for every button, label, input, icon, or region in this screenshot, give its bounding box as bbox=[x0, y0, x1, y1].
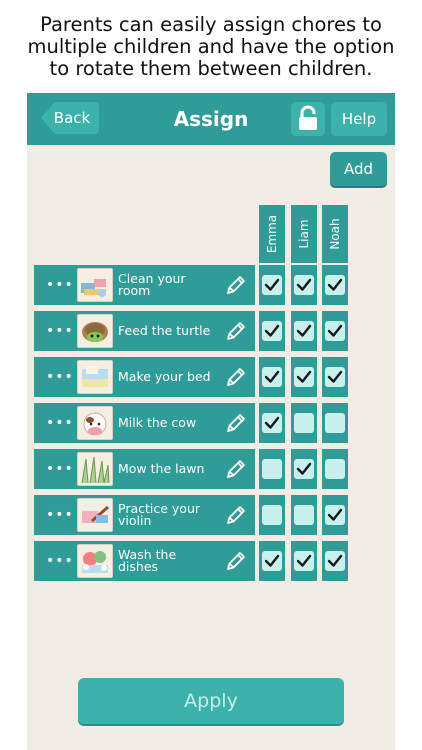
apply-button[interactable]: Apply bbox=[78, 678, 344, 724]
cow-icon bbox=[77, 406, 113, 440]
assign-checkbox[interactable] bbox=[262, 413, 282, 433]
lock-button[interactable] bbox=[291, 102, 325, 136]
lock-icon bbox=[299, 105, 317, 130]
chore-label: Clean your room bbox=[118, 270, 186, 298]
assign-cell-liam bbox=[291, 495, 317, 535]
assign-checkbox[interactable] bbox=[262, 321, 282, 341]
more-options-icon[interactable]: ••• bbox=[46, 311, 74, 351]
child-header-noah: Noah bbox=[322, 205, 348, 263]
caption: Parents can easily assign chores to mult… bbox=[0, 14, 422, 80]
assign-cell-emma bbox=[259, 403, 285, 443]
chore-label: Wash the dishes bbox=[118, 546, 177, 574]
assign-checkbox[interactable] bbox=[325, 321, 345, 341]
assign-checkbox[interactable] bbox=[294, 275, 314, 295]
assign-checkbox[interactable] bbox=[325, 459, 345, 479]
chore-label: Milk the cow bbox=[118, 414, 197, 430]
assign-cell-liam bbox=[291, 311, 317, 351]
more-options-icon[interactable]: ••• bbox=[46, 265, 74, 305]
assign-cell-emma bbox=[259, 449, 285, 489]
assign-cell-emma bbox=[259, 265, 285, 305]
assign-cell-liam bbox=[291, 357, 317, 397]
caption-line-2: multiple children and have the option bbox=[27, 35, 395, 58]
assign-checkbox[interactable] bbox=[325, 275, 345, 295]
more-options-icon[interactable]: ••• bbox=[46, 403, 74, 443]
chore-row[interactable]: ••• Clean your room bbox=[34, 265, 255, 305]
assign-cell-noah bbox=[322, 357, 348, 397]
caption-line-3: to rotate them between children. bbox=[49, 57, 373, 80]
assign-checkbox[interactable] bbox=[262, 367, 282, 387]
turtle-icon bbox=[77, 314, 113, 348]
assign-cell-noah bbox=[322, 403, 348, 443]
assign-cell-noah bbox=[322, 541, 348, 581]
pencil-icon[interactable] bbox=[224, 319, 248, 343]
child-header-emma: Emma bbox=[259, 205, 285, 263]
chore-label: Feed the turtle bbox=[118, 322, 211, 338]
assign-cell-emma bbox=[259, 541, 285, 581]
more-options-icon[interactable]: ••• bbox=[46, 541, 74, 581]
assign-checkbox[interactable] bbox=[294, 321, 314, 341]
add-button[interactable]: Add bbox=[330, 152, 387, 186]
child-name: Liam bbox=[297, 219, 311, 249]
chore-row[interactable]: ••• Mow the lawn bbox=[34, 449, 255, 489]
assign-cell-noah bbox=[322, 495, 348, 535]
child-header-liam: Liam bbox=[291, 205, 317, 263]
assign-checkbox[interactable] bbox=[262, 459, 282, 479]
assign-cell-liam bbox=[291, 403, 317, 443]
assign-cell-emma bbox=[259, 311, 285, 351]
assign-checkbox[interactable] bbox=[262, 551, 282, 571]
assign-cell-noah bbox=[322, 265, 348, 305]
chore-label: Practice your violin bbox=[118, 500, 201, 528]
violin-icon bbox=[77, 498, 113, 532]
more-options-icon[interactable]: ••• bbox=[46, 449, 74, 489]
assign-checkbox[interactable] bbox=[325, 367, 345, 387]
chore-row[interactable]: ••• Feed the turtle bbox=[34, 311, 255, 351]
assign-checkbox[interactable] bbox=[294, 367, 314, 387]
pencil-icon[interactable] bbox=[224, 365, 248, 389]
chore-label: Make your bed bbox=[118, 368, 211, 384]
pencil-icon[interactable] bbox=[224, 411, 248, 435]
caption-line-1: Parents can easily assign chores to bbox=[40, 13, 382, 36]
assign-cell-noah bbox=[322, 311, 348, 351]
back-button[interactable]: Back bbox=[41, 102, 99, 134]
assign-cell-noah bbox=[322, 449, 348, 489]
chore-row[interactable]: ••• Make your bed bbox=[34, 357, 255, 397]
assign-cell-liam bbox=[291, 265, 317, 305]
more-options-icon[interactable]: ••• bbox=[46, 357, 74, 397]
pencil-icon[interactable] bbox=[224, 457, 248, 481]
assign-cell-liam bbox=[291, 449, 317, 489]
assign-checkbox[interactable] bbox=[294, 413, 314, 433]
assign-checkbox[interactable] bbox=[262, 275, 282, 295]
chore-row[interactable]: ••• Wash the dishes bbox=[34, 541, 255, 581]
pencil-icon[interactable] bbox=[224, 549, 248, 573]
navbar: Back Assign Help bbox=[27, 93, 395, 145]
assign-checkbox[interactable] bbox=[325, 413, 345, 433]
assign-cell-emma bbox=[259, 357, 285, 397]
dishes-icon bbox=[77, 544, 113, 578]
assign-checkbox[interactable] bbox=[294, 459, 314, 479]
chore-label: Mow the lawn bbox=[118, 460, 205, 476]
assign-checkbox[interactable] bbox=[325, 551, 345, 571]
more-options-icon[interactable]: ••• bbox=[46, 495, 74, 535]
chore-row[interactable]: ••• Practice your violin bbox=[34, 495, 255, 535]
assign-checkbox[interactable] bbox=[325, 505, 345, 525]
assign-checkbox[interactable] bbox=[262, 505, 282, 525]
help-button[interactable]: Help bbox=[331, 102, 387, 136]
chore-row[interactable]: ••• Milk the cow bbox=[34, 403, 255, 443]
child-name: Emma bbox=[265, 214, 279, 254]
grass-icon bbox=[77, 452, 113, 486]
pencil-icon[interactable] bbox=[224, 273, 248, 297]
assign-checkbox[interactable] bbox=[294, 551, 314, 571]
assign-cell-liam bbox=[291, 541, 317, 581]
child-name: Noah bbox=[328, 218, 342, 250]
assign-cell-emma bbox=[259, 495, 285, 535]
assign-checkbox[interactable] bbox=[294, 505, 314, 525]
messy-room-icon bbox=[77, 268, 113, 302]
assign-screen: Back Assign Help Add Emma Liam Noah ••• Cle… bbox=[27, 93, 395, 750]
bed-icon bbox=[77, 360, 113, 394]
pencil-icon[interactable] bbox=[224, 503, 248, 527]
